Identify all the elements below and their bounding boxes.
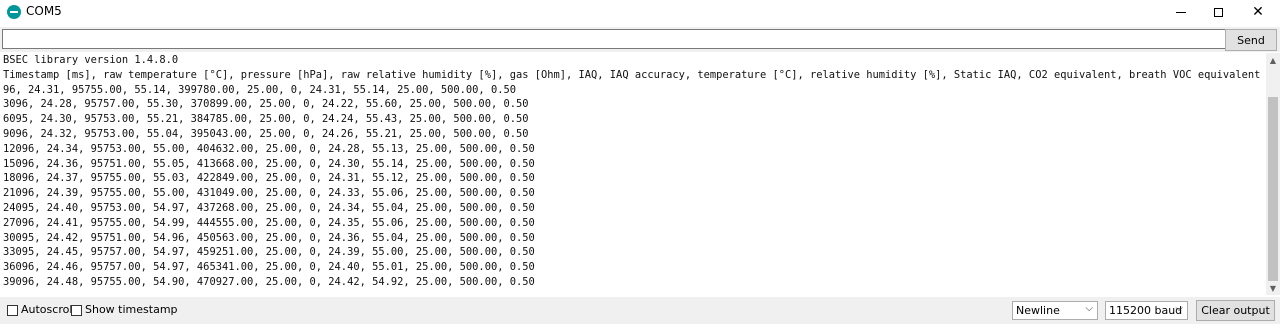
clear-output-button[interactable]: Clear output [1196,300,1275,321]
console-line: 30095, 24.42, 95751.00, 54.96, 450563.00… [3,231,535,244]
maximize-icon [1213,7,1223,17]
title-bar: COM5 ✕ [0,0,1280,24]
console-line: BSEC library version 1.4.8.0 [3,54,179,66]
maximize-button[interactable] [1200,0,1236,24]
window-title: COM5 [26,4,62,18]
serial-output[interactable]: BSEC library version 1.4.8.0 Timestamp [m… [0,53,1266,295]
scroll-up-arrow-icon[interactable]: ▲ [1266,53,1280,67]
minimize-icon [1176,11,1186,13]
baud-rate-select[interactable]: 115200 baud ⌵ [1105,301,1188,320]
arduino-app-icon [7,5,21,19]
console-line: 39096, 24.48, 95755.00, 54.90, 470927.00… [3,275,535,288]
console-line: 24095, 24.40, 95753.00, 54.97, 437268.00… [3,201,535,214]
close-icon: ✕ [1252,4,1264,20]
autoscroll-label[interactable]: Autoscroll [21,303,75,316]
show-timestamp-label[interactable]: Show timestamp [85,303,178,316]
chevron-down-icon: ⌵ [1175,303,1183,314]
minimize-button[interactable] [1163,0,1199,24]
console-line: Timestamp [ms], raw temperature [°C], pr… [3,68,1261,81]
show-timestamp-checkbox[interactable] [71,305,82,316]
footer-bar: Autoscroll Show timestamp Newline ⌵ 1152… [0,297,1280,324]
autoscroll-checkbox[interactable] [7,305,18,316]
line-ending-value: Newline [1016,304,1060,317]
scroll-down-arrow-icon[interactable]: ▼ [1266,281,1280,295]
console-line: 27096, 24.41, 95755.00, 54.99, 444555.00… [3,216,535,229]
console-line: 6095, 24.30, 95753.00, 55.21, 384785.00,… [3,113,529,126]
baud-rate-value: 115200 baud [1109,304,1183,317]
console-line: 33095, 24.45, 95757.00, 54.97, 459251.00… [3,246,535,259]
console-line: 9096, 24.32, 95753.00, 55.04, 395043.00,… [3,127,529,140]
vertical-scrollbar[interactable]: ▲ ▼ [1266,53,1280,295]
console-line: 12096, 24.34, 95753.00, 55.00, 404632.00… [3,142,535,155]
console-line: 18096, 24.37, 95755.00, 55.03, 422849.00… [3,172,535,185]
console-line: 96, 24.31, 95755.00, 55.14, 399780.00, 2… [3,83,516,96]
console-line: 3096, 24.28, 95757.00, 55.30, 370899.00,… [3,98,529,111]
chevron-down-icon: ⌵ [1085,303,1093,314]
console-line: 15096, 24.36, 95751.00, 55.05, 413668.00… [3,157,535,170]
close-button[interactable]: ✕ [1240,0,1276,24]
line-ending-select[interactable]: Newline ⌵ [1012,301,1098,320]
serial-input[interactable] [2,29,1226,49]
send-button[interactable]: Send [1225,29,1277,51]
console-line: 36096, 24.46, 95757.00, 54.97, 465341.00… [3,261,535,274]
send-bar: Send [0,27,1280,52]
console-line: 21096, 24.39, 95755.00, 55.00, 431049.00… [3,187,535,200]
scroll-thumb[interactable] [1268,97,1278,281]
